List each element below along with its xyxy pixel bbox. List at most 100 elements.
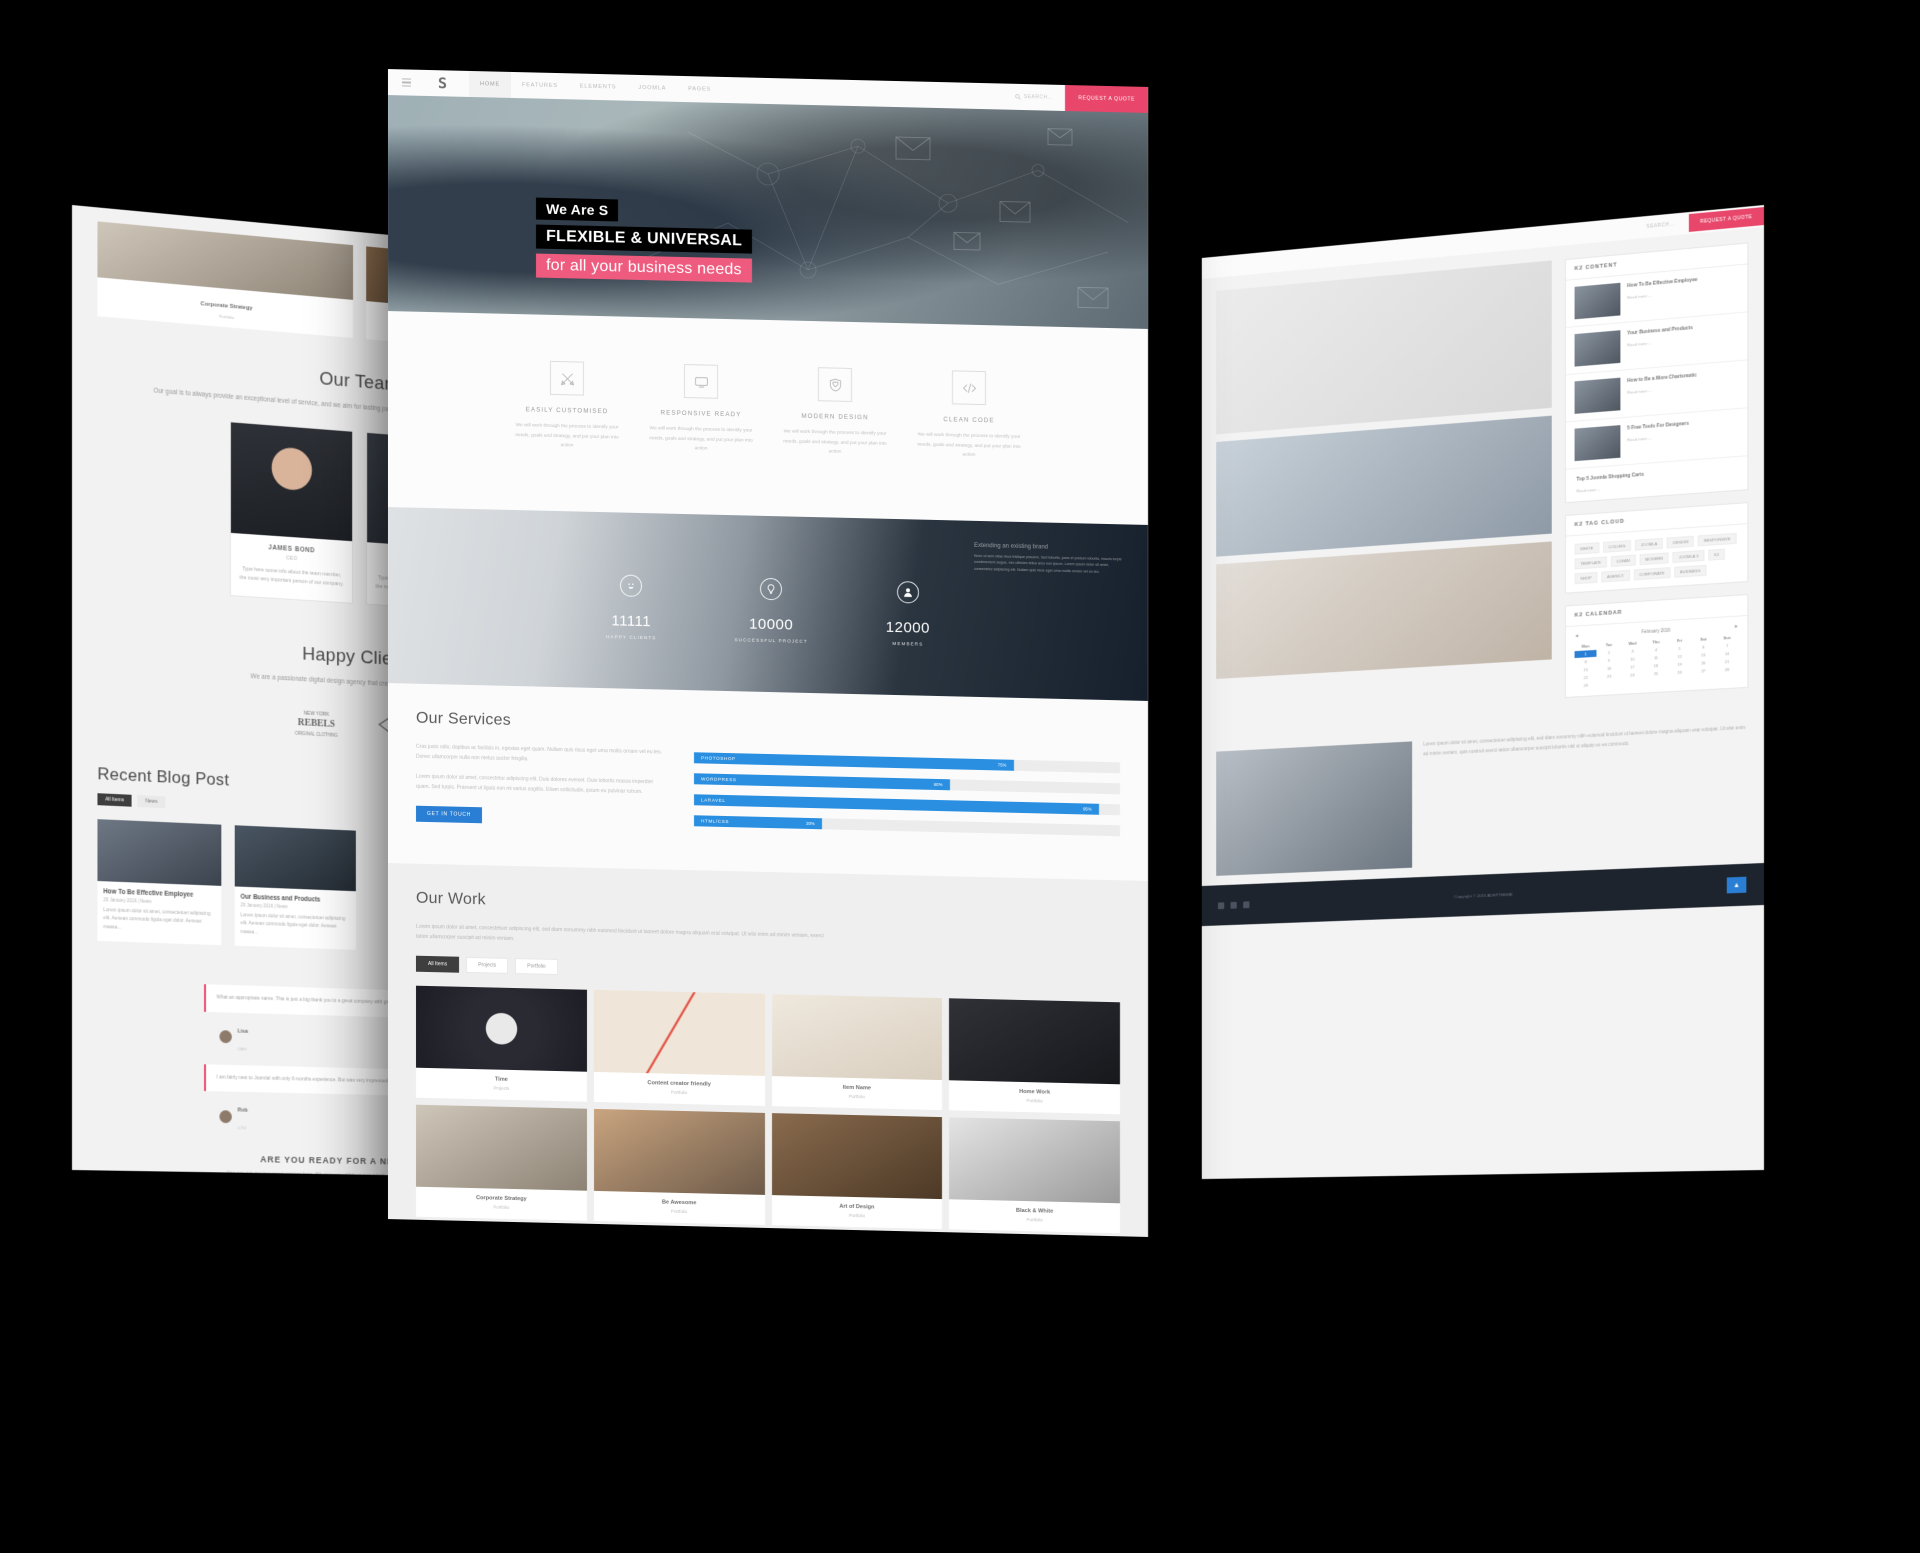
feature-card[interactable]: MODERN DESIGN We will work through the p…: [781, 366, 889, 458]
nav-item-features[interactable]: FEATURES: [511, 72, 569, 99]
tag[interactable]: AGENCY: [1601, 570, 1630, 583]
calendar-day[interactable]: 29: [1575, 682, 1597, 690]
calendar-day[interactable]: 18: [1645, 662, 1668, 670]
calendar-day[interactable]: 6: [1692, 643, 1715, 651]
work-filter-all[interactable]: All Items: [416, 955, 460, 973]
search-label[interactable]: SEARCH...: [1646, 221, 1674, 230]
work-item[interactable]: Time Projects: [416, 985, 587, 1102]
nav-item-joomla[interactable]: JOOMLA: [627, 75, 677, 102]
show-more-wrap: SHOW MORE: [416, 1234, 1120, 1236]
feature-title: CLEAN CODE: [943, 416, 995, 425]
read-more-link[interactable]: Read more ...: [1627, 388, 1651, 395]
request-quote-button[interactable]: REQUEST A QUOTE: [1065, 85, 1148, 113]
read-more-link[interactable]: Read more ...: [1627, 340, 1651, 347]
calendar-day[interactable]: 26: [1668, 668, 1691, 676]
calendar-day[interactable]: 9: [1598, 657, 1620, 665]
feature-title: MODERN DESIGN: [801, 412, 869, 422]
tag[interactable]: K2: [1708, 548, 1725, 561]
team-member[interactable]: JAMES BOND CEO Type here some info about…: [229, 420, 354, 604]
tag[interactable]: RESPONSIVE: [1698, 533, 1737, 547]
feature-card[interactable]: RESPONSIVE READY We will work through th…: [647, 363, 755, 455]
work-thumb: [771, 1112, 943, 1199]
blog-filter-news[interactable]: News: [137, 794, 166, 808]
calendar-day[interactable]: 2: [1598, 649, 1620, 657]
work-item[interactable]: Be Awesome Portfolio: [593, 1108, 765, 1225]
get-in-touch-button[interactable]: GET IN TOUCH: [416, 805, 482, 824]
tag[interactable]: DESIGN: [1667, 536, 1695, 549]
calendar-day[interactable]: 7: [1716, 642, 1739, 650]
blog-filter-all[interactable]: All Items: [97, 792, 132, 807]
right-body: K2 CONTENT How To Be Effective Employee R…: [1202, 227, 1764, 743]
facebook-icon[interactable]: [1243, 901, 1250, 909]
nav-item-pages[interactable]: PAGES: [677, 76, 722, 103]
feature-card[interactable]: EASILY CUSTOMISED We will work through t…: [513, 360, 621, 452]
services-paragraph: Lorem ipsum dolor sit amet, consectetur …: [416, 773, 653, 795]
calendar-day[interactable]: 1: [1574, 650, 1597, 659]
tag[interactable]: CORPORATE: [1633, 567, 1671, 581]
tag[interactable]: JOOMLA: [1634, 538, 1664, 551]
work-item[interactable]: Home Work Portfolio: [949, 998, 1120, 1115]
twitter-icon[interactable]: [1217, 902, 1225, 910]
work-lead: Lorem ipsum dolor sit amet, consectetuer…: [416, 923, 824, 942]
tag[interactable]: BUSINESS: [1674, 565, 1707, 579]
calendar-day[interactable]: 12: [1668, 653, 1691, 661]
read-more-link[interactable]: Read more ...: [1576, 486, 1600, 493]
calendar-day[interactable]: 25: [1645, 670, 1668, 678]
calendar-prev[interactable]: ◄: [1575, 633, 1579, 638]
team-photo: [230, 422, 353, 541]
read-more-link[interactable]: Read more ...: [1627, 292, 1651, 299]
calendar-day[interactable]: 21: [1716, 658, 1739, 666]
site-logo[interactable]: S: [433, 74, 451, 92]
item-title: How To Be Effective Employee: [1627, 276, 1698, 290]
work-thumb: [949, 1117, 1120, 1204]
tag[interactable]: SHOP: [1574, 572, 1598, 585]
blog-post[interactable]: Our Business and Products 29 January 201…: [234, 824, 356, 951]
nav-item-home[interactable]: HOME: [469, 70, 511, 98]
work-item[interactable]: Content creator friendly Portfolio: [593, 989, 765, 1106]
skill-bar: PHOTOSHOP 75%: [694, 752, 1120, 774]
calendar-day[interactable]: 4: [1645, 646, 1668, 654]
work-filter-projects[interactable]: Projects: [466, 956, 509, 974]
work-item[interactable]: Item Name Portfolio: [771, 993, 943, 1110]
tag[interactable]: COLORS: [1602, 540, 1632, 554]
feature-card[interactable]: CLEAN CODE We will work through the proc…: [915, 369, 1023, 461]
tag[interactable]: WHITE: [1574, 542, 1599, 555]
calendar-day[interactable]: 8: [1575, 658, 1597, 666]
work-item[interactable]: Black & White Portfolio: [949, 1117, 1120, 1234]
search-box[interactable]: SEARCH...: [1015, 94, 1053, 101]
work-item[interactable]: Corporate Strategy Portfolio: [416, 1104, 587, 1221]
work-title: Item Name: [842, 1084, 872, 1092]
rss-icon[interactable]: [1230, 901, 1237, 909]
calendar-day[interactable]: 3: [1621, 647, 1644, 655]
calendar-day[interactable]: 13: [1692, 651, 1715, 659]
calendar-day[interactable]: 28: [1716, 666, 1739, 674]
work-filter-portfolio[interactable]: Portfolio: [515, 957, 558, 975]
blog-post[interactable]: How To Be Effective Employee 29 January …: [97, 818, 222, 946]
calendar-next[interactable]: ►: [1734, 624, 1738, 629]
tag[interactable]: MODERN: [1639, 552, 1669, 566]
tag[interactable]: TEMPLATE: [1574, 556, 1607, 570]
tag[interactable]: JOOMLA 3: [1672, 550, 1705, 564]
calendar-day[interactable]: 11: [1645, 654, 1668, 662]
back-to-top-button[interactable]: ▲: [1726, 877, 1747, 894]
calendar-day[interactable]: 10: [1621, 655, 1644, 663]
calendar-day[interactable]: 14: [1716, 650, 1739, 658]
calendar-day[interactable]: 24: [1621, 671, 1644, 679]
tag-list: WHITE COLORS JOOMLA DESIGN RESPONSIVE TE…: [1566, 524, 1747, 593]
calendar-month: February 2016: [1641, 627, 1671, 635]
calendar-day[interactable]: 22: [1575, 674, 1597, 682]
read-more-link[interactable]: Read more ...: [1627, 435, 1651, 442]
work-item[interactable]: Art of Design Portfolio: [771, 1112, 943, 1229]
calendar-day[interactable]: 16: [1598, 665, 1620, 673]
tag[interactable]: CLEAN: [1610, 554, 1636, 568]
calendar-day[interactable]: 15: [1575, 666, 1597, 674]
calendar-day[interactable]: 20: [1692, 659, 1715, 667]
hamburger-menu-icon[interactable]: [402, 77, 411, 88]
calendar-day[interactable]: 19: [1668, 661, 1691, 669]
calendar-day[interactable]: 5: [1668, 645, 1691, 653]
calendar-day[interactable]: 23: [1598, 672, 1620, 680]
calendar-day[interactable]: 27: [1692, 667, 1715, 675]
calendar-day[interactable]: 17: [1621, 663, 1644, 671]
nav-item-elements[interactable]: ELEMENTS: [569, 73, 628, 100]
work-heading: Our Work: [416, 889, 486, 909]
